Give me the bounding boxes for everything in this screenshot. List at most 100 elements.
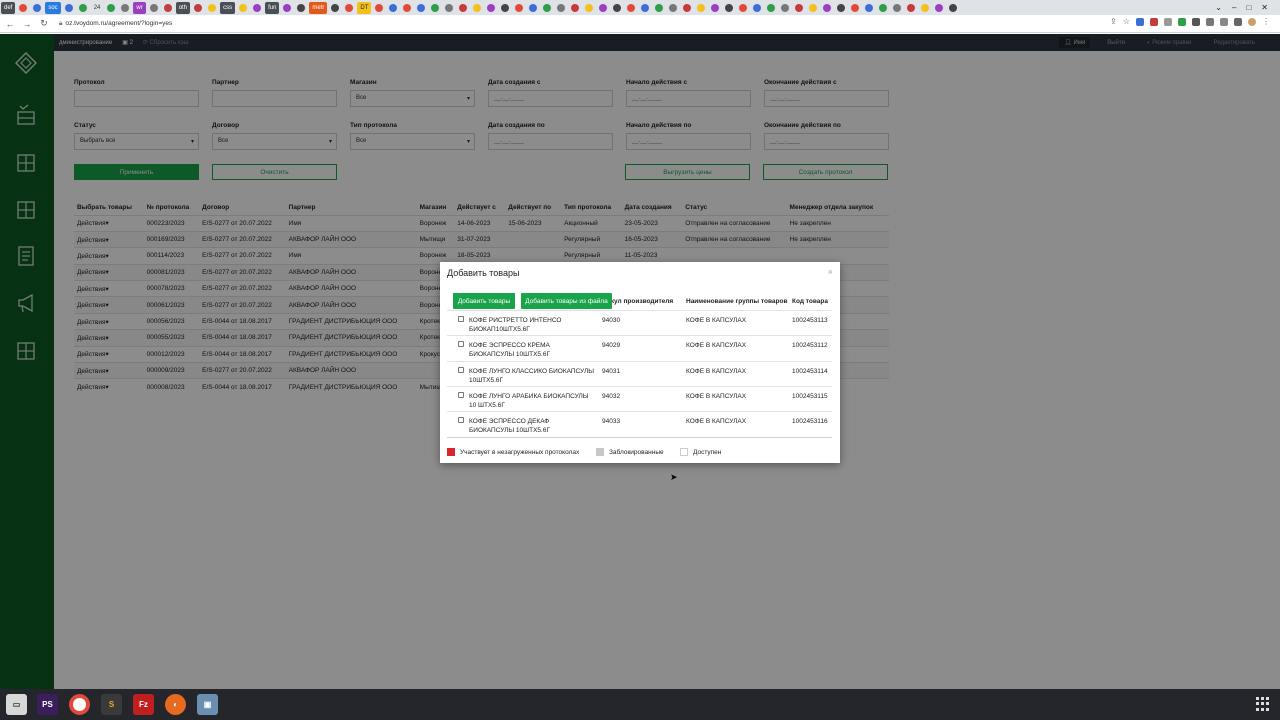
product-checkbox[interactable] bbox=[458, 366, 464, 373]
tab-favicon-icon[interactable] bbox=[194, 3, 203, 12]
tab-favicon-icon[interactable] bbox=[781, 3, 790, 12]
browser-tab[interactable]: fun bbox=[265, 1, 280, 14]
tab-favicon-icon[interactable] bbox=[459, 3, 468, 12]
tab-favicon-icon[interactable] bbox=[501, 3, 510, 12]
browser-tab[interactable]: wr bbox=[133, 1, 146, 14]
close-window-icon[interactable]: ✕ bbox=[1261, 3, 1268, 12]
app-icon[interactable]: ▣ bbox=[197, 694, 218, 715]
tab-favicon-icon[interactable] bbox=[711, 3, 720, 12]
url-field[interactable]: 🔒︎ oz.tvoydom.ru/agreement/?login=yes bbox=[59, 20, 172, 28]
tab-favicon-icon[interactable] bbox=[851, 3, 860, 12]
chrome-app-icon[interactable] bbox=[69, 694, 90, 715]
tab-favicon-icon[interactable] bbox=[935, 3, 944, 12]
menu-dots-icon[interactable]: ⋮ bbox=[1262, 17, 1270, 26]
maximize-icon[interactable]: □ bbox=[1246, 3, 1251, 12]
tab-favicon-icon[interactable] bbox=[949, 3, 958, 12]
browser-tab[interactable]: DT bbox=[357, 1, 372, 14]
tab-favicon-icon[interactable] bbox=[163, 3, 172, 12]
chevron-down-icon[interactable]: ⌄ bbox=[1215, 3, 1222, 12]
tab-favicon-icon[interactable] bbox=[879, 3, 888, 12]
browser-tab[interactable]: soc bbox=[45, 1, 61, 14]
phpstorm-app-icon[interactable]: PS bbox=[37, 694, 58, 715]
tab-favicon-icon[interactable] bbox=[669, 3, 678, 12]
tab-favicon-icon[interactable] bbox=[417, 3, 426, 12]
extension-icon[interactable] bbox=[1206, 17, 1214, 26]
back-icon[interactable]: ← bbox=[3, 19, 17, 29]
browser-tab[interactable]: css bbox=[220, 1, 236, 14]
browser-tab[interactable]: oth bbox=[175, 1, 191, 14]
add-products-from-file-button[interactable]: Добавить товары из файла bbox=[521, 293, 612, 309]
add-products-button[interactable]: Добавить товары bbox=[453, 293, 515, 309]
sublime-app-icon[interactable]: S bbox=[101, 694, 122, 715]
extension-icon[interactable] bbox=[1178, 17, 1186, 26]
product-checkbox[interactable] bbox=[458, 417, 464, 424]
browser-tab[interactable]: metr bbox=[309, 1, 328, 14]
tab-favicon-icon[interactable] bbox=[571, 3, 580, 12]
tab-favicon-icon[interactable] bbox=[795, 3, 804, 12]
tab-favicon-icon[interactable] bbox=[641, 3, 650, 12]
tab-favicon-icon[interactable] bbox=[613, 3, 622, 12]
extension-icon[interactable] bbox=[1136, 17, 1144, 26]
product-checkbox[interactable] bbox=[458, 341, 464, 348]
tab-favicon-icon[interactable] bbox=[725, 3, 734, 12]
tab-favicon-icon[interactable] bbox=[208, 3, 217, 12]
tab-favicon-icon[interactable] bbox=[893, 3, 902, 12]
tab-favicon-icon[interactable] bbox=[697, 3, 706, 12]
tab-favicon-icon[interactable] bbox=[487, 3, 496, 12]
tab-favicon-icon[interactable] bbox=[473, 3, 482, 12]
tab-favicon-icon[interactable] bbox=[739, 3, 748, 12]
tab-favicon-icon[interactable] bbox=[19, 3, 28, 12]
files-app-icon[interactable]: ▭ bbox=[6, 694, 27, 715]
tab-favicon-icon[interactable] bbox=[78, 3, 87, 12]
tab-favicon-icon[interactable] bbox=[389, 3, 398, 12]
tab-favicon-icon[interactable] bbox=[331, 3, 340, 12]
tab-favicon-icon[interactable] bbox=[283, 3, 292, 12]
tab-favicon-icon[interactable] bbox=[655, 3, 664, 12]
tab-favicon-icon[interactable] bbox=[753, 3, 762, 12]
tab-favicon-icon[interactable] bbox=[239, 3, 248, 12]
extension-icon[interactable] bbox=[1192, 17, 1200, 26]
tab-favicon-icon[interactable] bbox=[445, 3, 454, 12]
tab-favicon-icon[interactable] bbox=[431, 3, 440, 12]
filezilla-app-icon[interactable]: Fz bbox=[133, 694, 154, 715]
tab-favicon-icon[interactable] bbox=[529, 3, 538, 12]
browser-tab[interactable]: def bbox=[1, 1, 16, 14]
close-icon[interactable]: × bbox=[828, 267, 833, 277]
tab-favicon-icon[interactable] bbox=[33, 3, 42, 12]
tab-favicon-icon[interactable] bbox=[515, 3, 524, 12]
app-grid-icon[interactable] bbox=[1256, 697, 1270, 711]
tab-favicon-icon[interactable] bbox=[865, 3, 874, 12]
puzzle-icon[interactable] bbox=[1220, 17, 1228, 26]
reload-icon[interactable]: ↻ bbox=[37, 18, 51, 29]
tab-favicon-icon[interactable] bbox=[107, 3, 116, 12]
tab-favicon-icon[interactable] bbox=[837, 3, 846, 12]
tab-favicon-icon[interactable] bbox=[585, 3, 594, 12]
product-checkbox[interactable] bbox=[458, 391, 464, 398]
tab-favicon-icon[interactable] bbox=[543, 3, 552, 12]
tab-favicon-icon[interactable] bbox=[921, 3, 930, 12]
tab-favicon-icon[interactable] bbox=[627, 3, 636, 12]
firefox-app-icon[interactable]: ◐ bbox=[165, 694, 186, 715]
tab-favicon-icon[interactable] bbox=[375, 3, 384, 12]
browser-tab[interactable]: 24 bbox=[91, 2, 104, 14]
tab-favicon-icon[interactable] bbox=[809, 3, 818, 12]
extension-icon[interactable] bbox=[1150, 17, 1158, 26]
tab-favicon-icon[interactable] bbox=[121, 3, 130, 12]
tab-favicon-icon[interactable] bbox=[907, 3, 916, 12]
tab-favicon-icon[interactable] bbox=[64, 3, 73, 12]
tab-favicon-icon[interactable] bbox=[767, 3, 776, 12]
tab-favicon-icon[interactable] bbox=[683, 3, 692, 12]
tab-favicon-icon[interactable] bbox=[599, 3, 608, 12]
share-icon[interactable]: ⇪ bbox=[1110, 17, 1117, 26]
extension-icon[interactable] bbox=[1164, 17, 1172, 26]
tab-favicon-icon[interactable] bbox=[149, 3, 158, 12]
product-checkbox[interactable] bbox=[458, 316, 464, 322]
tab-favicon-icon[interactable] bbox=[823, 3, 832, 12]
tab-favicon-icon[interactable] bbox=[345, 3, 354, 12]
tab-favicon-icon[interactable] bbox=[253, 3, 262, 12]
bookmark-star-icon[interactable]: ☆ bbox=[1123, 17, 1130, 26]
tab-favicon-icon[interactable] bbox=[297, 3, 306, 12]
tab-favicon-icon[interactable] bbox=[557, 3, 566, 12]
profile-avatar[interactable] bbox=[1248, 17, 1256, 26]
minimize-icon[interactable]: – bbox=[1232, 3, 1236, 12]
